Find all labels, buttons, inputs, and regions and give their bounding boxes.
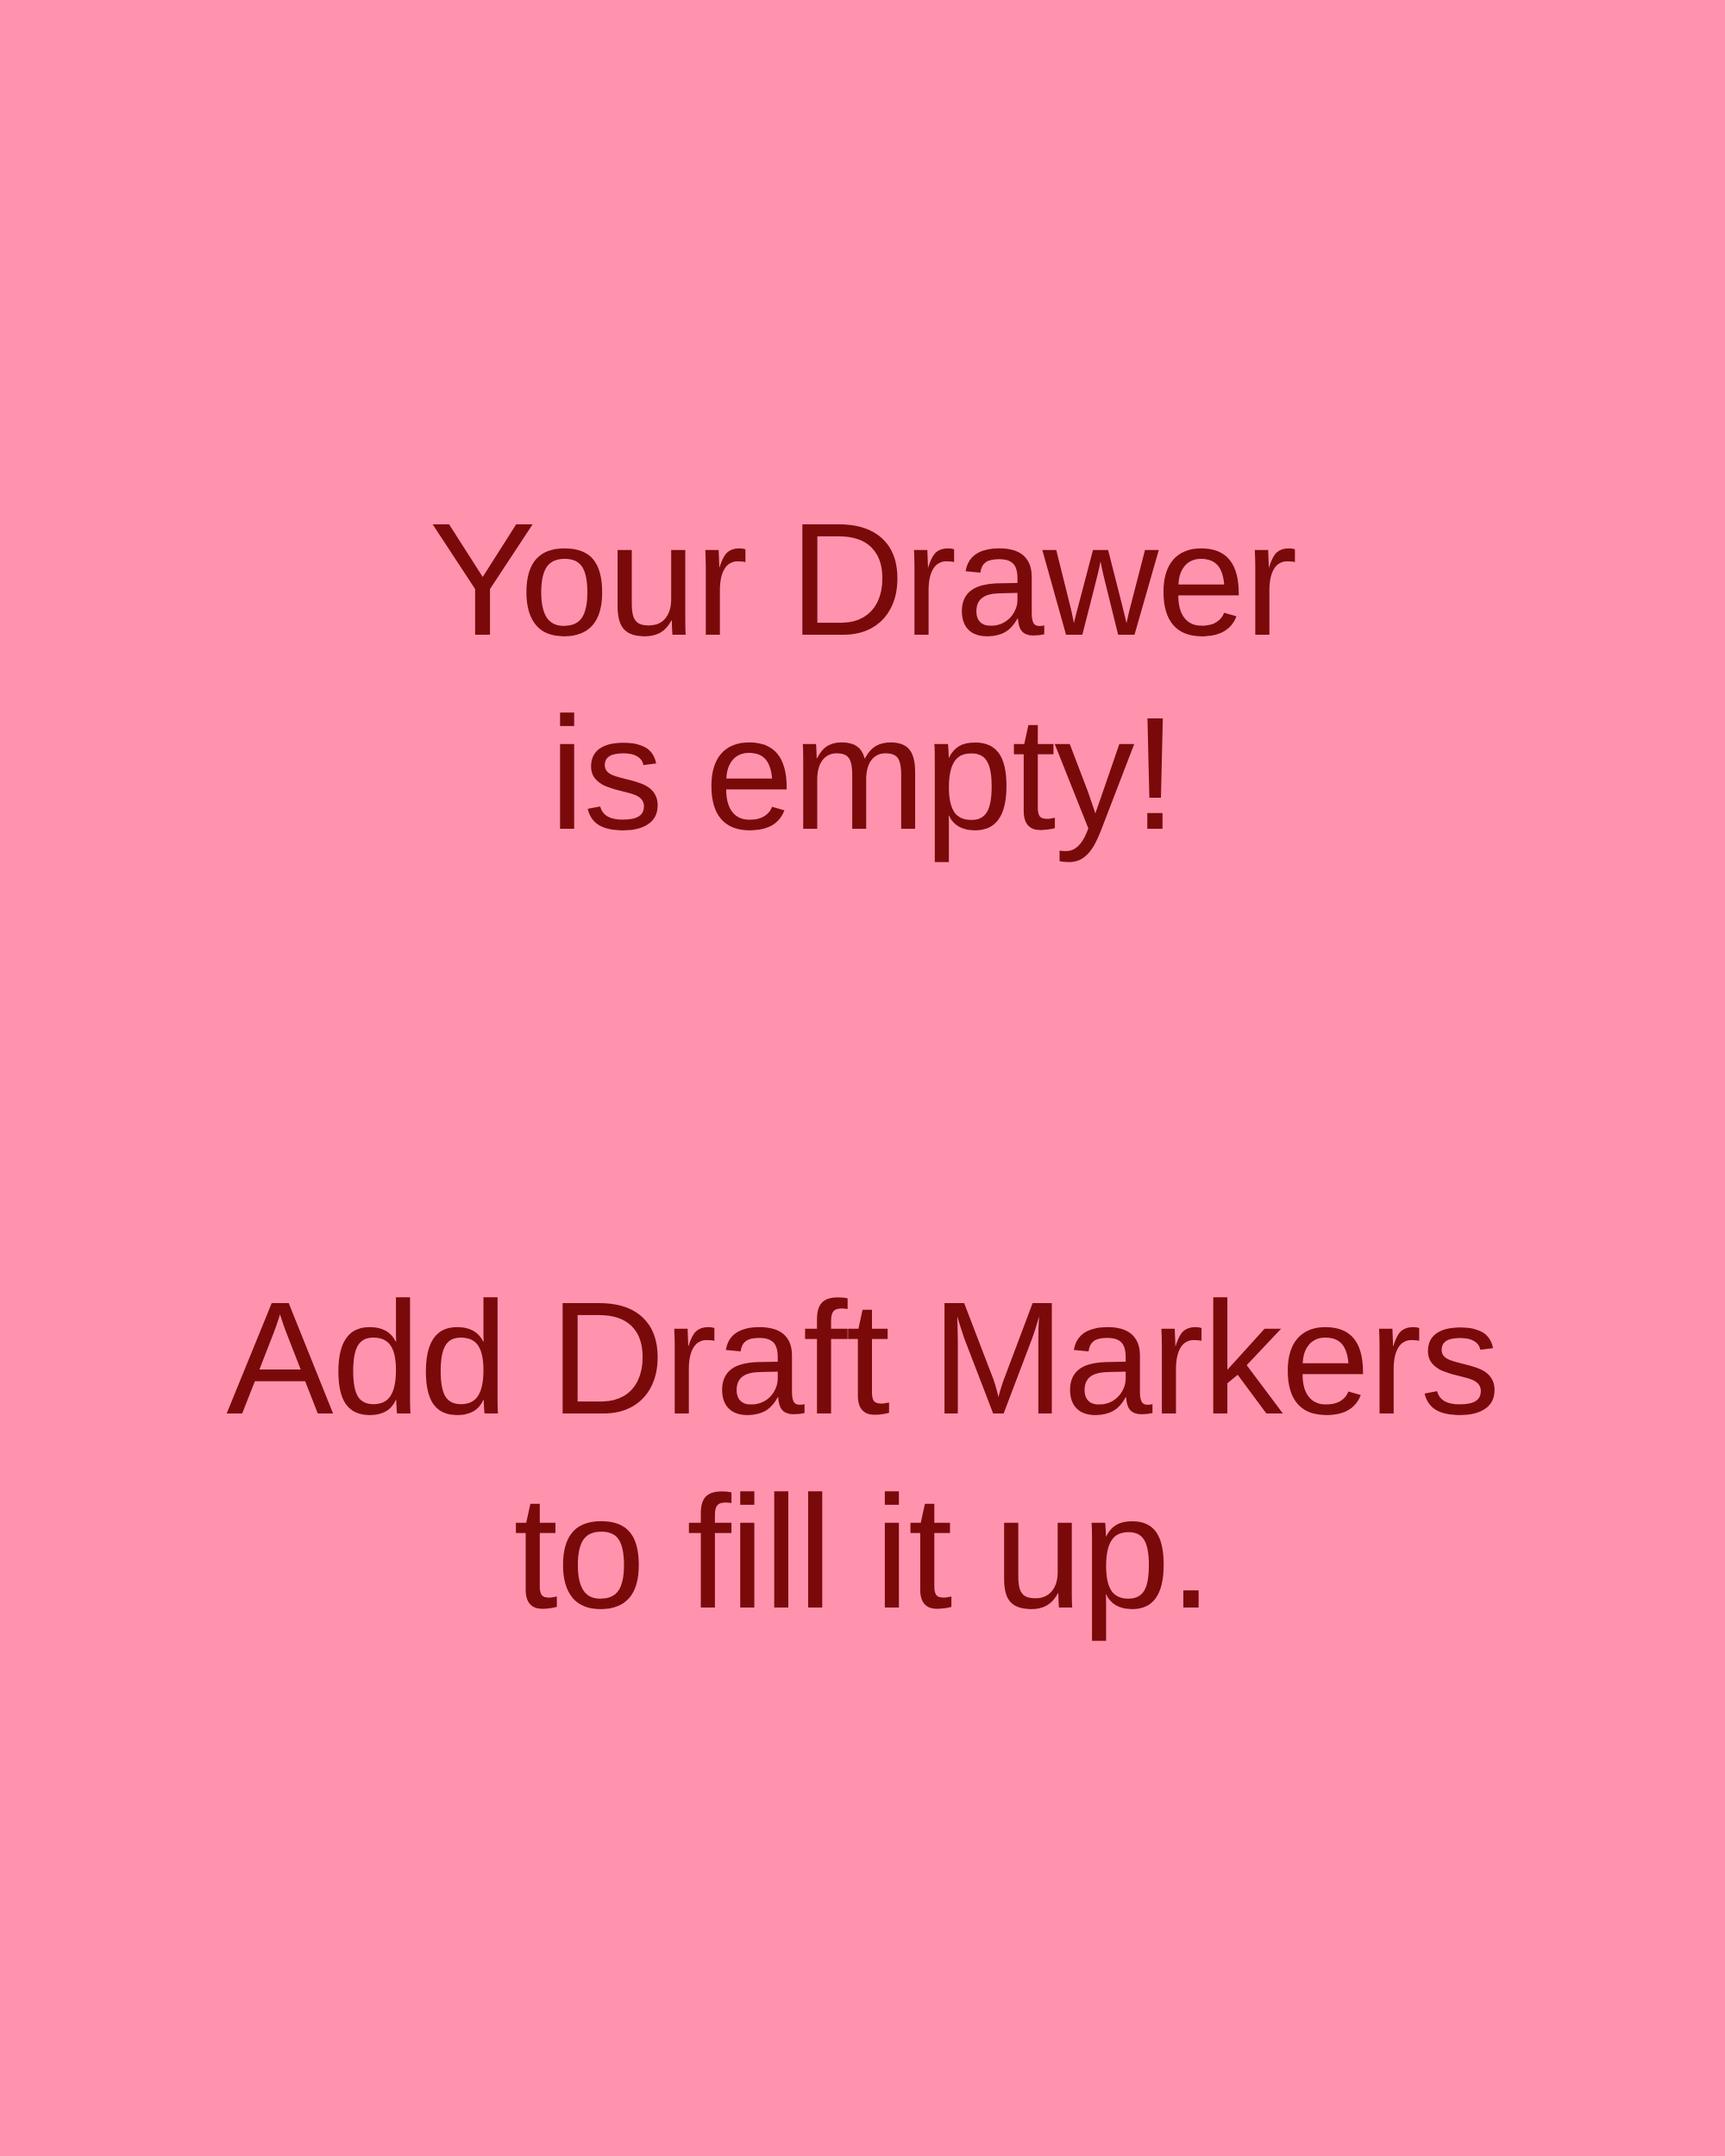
empty-drawer-hint-line: Add Draft Markers [226,1269,1500,1448]
empty-drawer-hint-line: to fill it up. [513,1463,1213,1642]
empty-drawer-title-line: is empty! [549,685,1177,863]
empty-drawer-title-line: Your Drawer [429,491,1298,669]
empty-drawer-hint: Add Draft Markers to fill it up. [0,1262,1725,1650]
drawer-empty-state: Your Drawer is empty! Add Draft Markers … [0,0,1725,2156]
empty-drawer-title: Your Drawer is empty! [0,483,1725,871]
